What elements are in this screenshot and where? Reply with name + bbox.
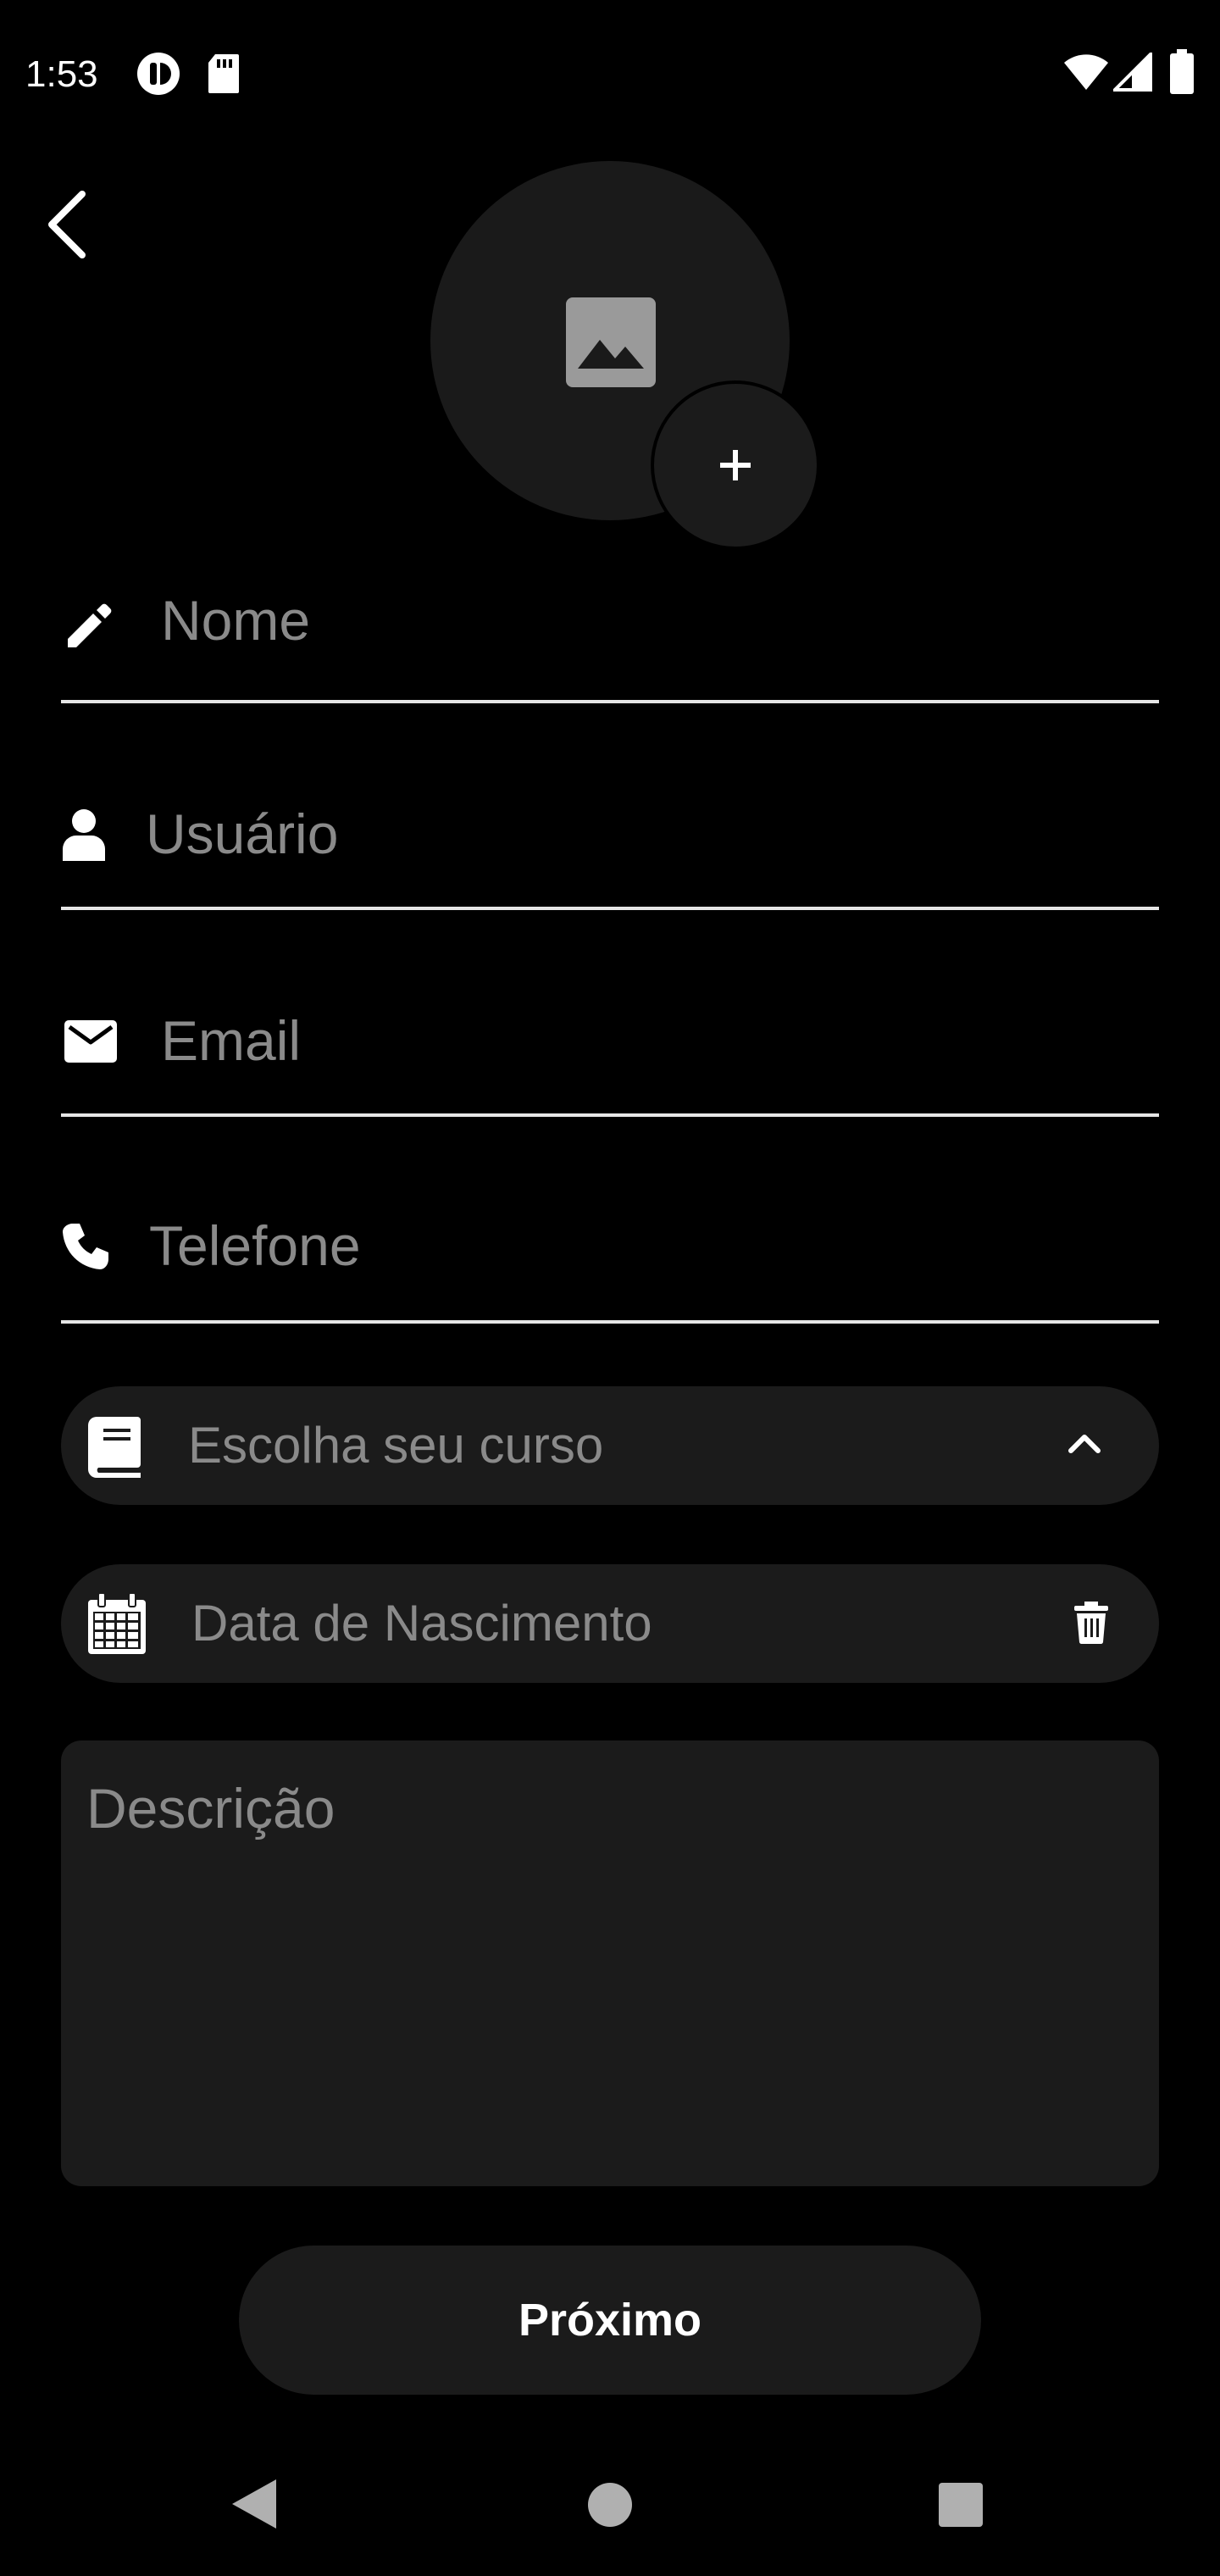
phone-icon xyxy=(63,1224,108,1269)
name-field[interactable]: Nome xyxy=(61,589,1159,703)
status-time: 1:53 xyxy=(25,53,98,95)
mail-icon xyxy=(64,1020,117,1063)
nav-recents-icon[interactable] xyxy=(937,2481,984,2529)
cell-signal-icon xyxy=(1113,53,1152,92)
description-placeholder: Descrição xyxy=(86,1777,336,1840)
email-field[interactable]: Email xyxy=(61,1009,1159,1117)
notification-app-icon xyxy=(137,53,180,95)
plus-icon xyxy=(720,450,751,480)
course-placeholder: Escolha seu curso xyxy=(188,1417,604,1474)
next-button[interactable]: Próximo xyxy=(239,2246,981,2395)
phone-underline xyxy=(61,1320,1159,1324)
add-photo-button[interactable] xyxy=(651,380,820,550)
username-underline xyxy=(61,907,1159,910)
trash-icon[interactable] xyxy=(1074,1602,1108,1644)
email-placeholder: Email xyxy=(161,1009,302,1072)
chevron-left-icon xyxy=(48,191,86,258)
calendar-icon xyxy=(88,1593,146,1654)
sd-card-icon xyxy=(208,54,239,93)
pencil-icon xyxy=(68,603,112,647)
name-placeholder: Nome xyxy=(161,589,311,652)
wifi-icon xyxy=(1064,54,1108,90)
email-underline xyxy=(61,1113,1159,1117)
name-underline xyxy=(61,700,1159,703)
birthdate-field[interactable]: Data de Nascimento xyxy=(61,1564,1159,1683)
username-field[interactable]: Usuário xyxy=(61,802,1159,910)
birthdate-placeholder: Data de Nascimento xyxy=(191,1595,652,1652)
course-select[interactable]: Escolha seu curso xyxy=(61,1386,1159,1505)
chevron-up-icon[interactable] xyxy=(1068,1430,1101,1454)
phone-field[interactable]: Telefone xyxy=(61,1214,1159,1324)
nav-back-icon[interactable] xyxy=(229,2476,280,2532)
nav-home-icon[interactable] xyxy=(586,2481,634,2529)
battery-icon xyxy=(1170,49,1194,94)
phone-placeholder: Telefone xyxy=(149,1214,361,1277)
book-icon xyxy=(88,1417,141,1478)
back-button[interactable] xyxy=(20,178,114,271)
person-icon xyxy=(63,809,105,861)
username-placeholder: Usuário xyxy=(146,802,339,865)
image-icon xyxy=(566,297,656,387)
description-textarea[interactable]: Descrição xyxy=(61,1740,1159,2186)
